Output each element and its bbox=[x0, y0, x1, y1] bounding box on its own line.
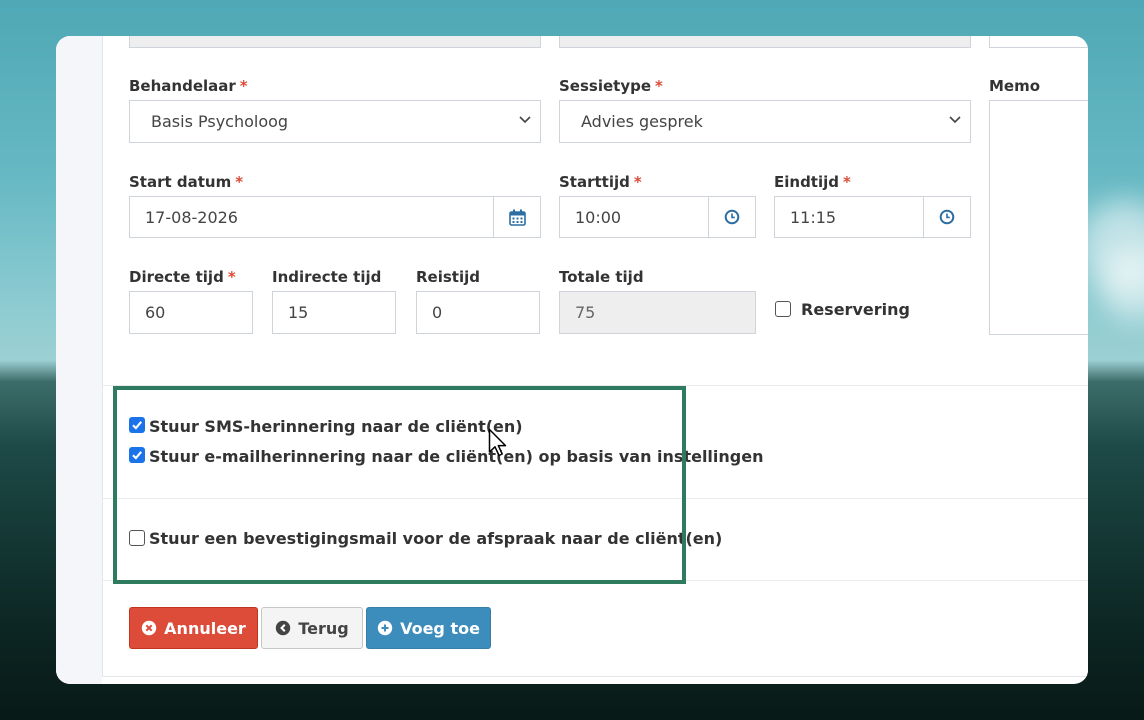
sessietype-label: Sessietype * bbox=[559, 77, 663, 95]
appointment-form-panel: Behandelaar * Basis Psycholoog Sessietype… bbox=[102, 36, 1088, 677]
back-button[interactable]: Terug bbox=[261, 607, 363, 649]
cancel-button[interactable]: Annuleer bbox=[129, 607, 258, 649]
indirecte-tijd-label: Indirecte tijd bbox=[272, 268, 382, 286]
starttijd-input[interactable]: 10:00 bbox=[559, 196, 756, 238]
eindtijd-input[interactable]: 11:15 bbox=[774, 196, 971, 238]
start-datum-label: Start datum * bbox=[129, 173, 244, 191]
reistijd-label: Reistijd bbox=[416, 268, 480, 286]
reservering-checkbox[interactable] bbox=[775, 301, 791, 317]
memo-label: Memo bbox=[989, 77, 1041, 95]
mouse-cursor-icon bbox=[488, 428, 507, 457]
indirecte-tijd-input[interactable]: 15 bbox=[272, 291, 396, 334]
behandelaar-label: Behandelaar * bbox=[129, 77, 248, 95]
sessietype-select[interactable]: Advies gesprek bbox=[559, 100, 971, 143]
totale-tijd-label: Totale tijd bbox=[559, 268, 644, 286]
clock-button[interactable] bbox=[708, 196, 756, 238]
memo-textarea[interactable] bbox=[989, 100, 1088, 335]
directe-tijd-input[interactable]: 60 bbox=[129, 291, 253, 334]
previous-field[interactable] bbox=[559, 36, 971, 48]
previous-field[interactable] bbox=[129, 36, 541, 48]
reistijd-input[interactable]: 0 bbox=[416, 291, 540, 334]
directe-tijd-label: Directe tijd * bbox=[129, 268, 236, 286]
calendar-icon bbox=[508, 209, 526, 226]
chevron-down-icon bbox=[949, 116, 961, 124]
behandelaar-select[interactable]: Basis Psycholoog bbox=[129, 100, 541, 143]
totale-tijd-input: 75 bbox=[559, 291, 756, 334]
starttijd-label: Starttijd * bbox=[559, 173, 642, 191]
reservering-label[interactable]: Reservering bbox=[801, 300, 910, 319]
clock-icon bbox=[724, 209, 740, 225]
clock-icon bbox=[939, 209, 955, 225]
clock-button[interactable] bbox=[923, 196, 971, 238]
app-window: Behandelaar * Basis Psycholoog Sessietype… bbox=[56, 36, 1088, 684]
start-datum-input[interactable]: 17-08-2026 bbox=[129, 196, 541, 238]
plus-circle-icon bbox=[377, 620, 393, 636]
chevron-down-icon bbox=[519, 116, 531, 124]
arrow-circle-left-icon bbox=[275, 620, 291, 636]
calendar-button[interactable] bbox=[493, 196, 541, 238]
add-button[interactable]: Voeg toe bbox=[366, 607, 491, 649]
previous-field[interactable] bbox=[989, 36, 1088, 48]
highlight-box bbox=[113, 386, 686, 584]
times-circle-icon bbox=[141, 620, 157, 636]
eindtijd-label: Eindtijd * bbox=[774, 173, 851, 191]
sidebar-strip bbox=[56, 36, 102, 684]
